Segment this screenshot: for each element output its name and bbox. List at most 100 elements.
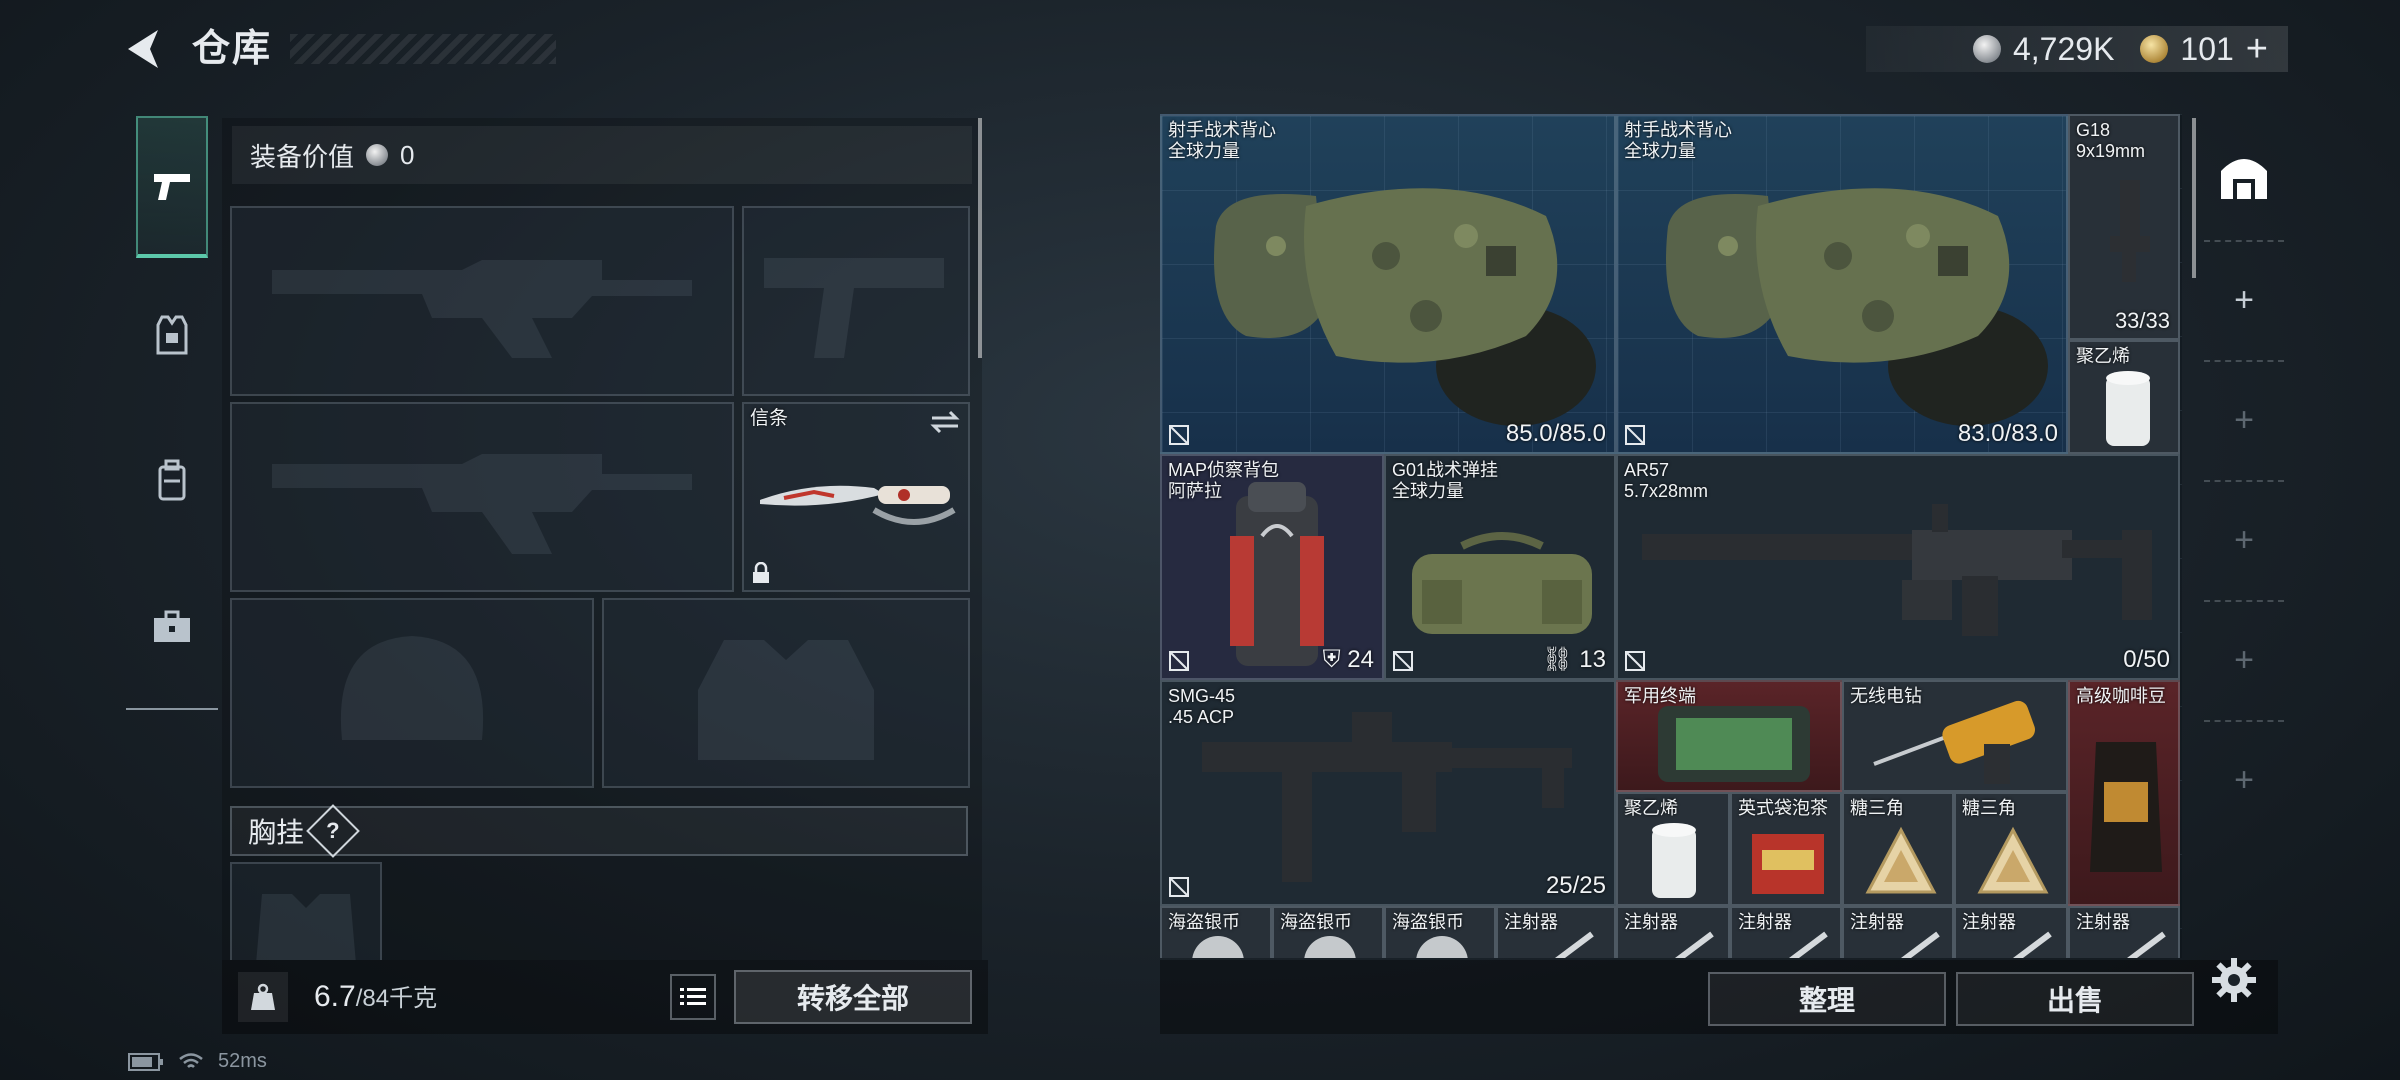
syringe-image (1789, 931, 1828, 958)
armor-slot[interactable] (602, 598, 970, 788)
storage-item-syringe[interactable]: 注射器 (1496, 906, 1616, 958)
item-name: 射手战术背心 全球力量 (1624, 120, 1732, 161)
item-capacity: ⛨ 24 (1322, 646, 1374, 673)
carry-weight: 6.7/84千克 (314, 978, 437, 1014)
terminal-image (1658, 706, 1810, 782)
lock-icon (753, 562, 769, 583)
storage-item-polyethylene[interactable]: 聚乙烯 (1616, 792, 1730, 906)
storage-item-syringe[interactable]: 注射器 (1616, 906, 1730, 958)
chest-rig-slot[interactable] (230, 862, 382, 960)
swap-icon[interactable] (930, 410, 960, 434)
storage-item-g18[interactable]: G18 9x19mm 33/33 (2068, 114, 2180, 340)
storage-tab-main[interactable] (2204, 116, 2284, 236)
storage-item-smg45[interactable]: SMG-45.45 ACP 25/25 (1160, 680, 1616, 906)
primary-weapon-slot[interactable] (230, 206, 734, 396)
storage-item-pirate-coin[interactable]: 海盗银币 (1384, 906, 1496, 958)
storage-item-syringe[interactable]: 注射器 (2068, 906, 2180, 958)
storage-item-sugar-triangle[interactable]: 糖三角 (1954, 792, 2068, 906)
add-currency-button[interactable]: + (2246, 28, 2268, 71)
back-arrow-icon[interactable] (122, 26, 168, 72)
triangle-image (1977, 826, 2049, 894)
add-storage-tab-button[interactable]: + (2204, 720, 2284, 840)
silver-coin-icon (1972, 35, 2001, 63)
storage-item-backpack[interactable]: MAP侦察背包 阿萨拉 ⛨ 24 (1160, 454, 1384, 680)
transfer-all-button[interactable]: 转移全部 (734, 970, 972, 1024)
item-ammo: 0/50 (2123, 646, 2170, 673)
syringe-image (2013, 931, 2052, 958)
storage-item-terminal[interactable]: 军用终端 (1616, 680, 1842, 792)
vest-image (1214, 188, 1596, 426)
toolbox-icon (154, 610, 190, 642)
duffel-image (1412, 532, 1592, 634)
item-name: 高级咖啡豆 (2076, 686, 2166, 706)
rifle-silhouette-icon (272, 260, 692, 358)
storage-item-syringe[interactable]: 注射器 (1954, 906, 2068, 958)
armor-silhouette-icon (698, 640, 874, 760)
storage-item-sugar-triangle[interactable]: 糖三角 (1842, 792, 1954, 906)
storage-item-vest-2[interactable]: 射手战术背心 全球力量 83.0/83.0 (1616, 114, 2068, 454)
pistol-silhouette-icon (764, 258, 944, 358)
gear-icon[interactable] (2210, 956, 2258, 1004)
storage-item-coffee[interactable]: 高级咖啡豆 (2068, 680, 2180, 906)
item-durability: 83.0/83.0 (1957, 420, 2058, 447)
status-bar: 52ms (128, 1050, 267, 1073)
storage-item-vest-1[interactable]: 射手战术背心 全球力量 85.0/85.0 (1160, 114, 1616, 454)
gold-amount: 101 (2180, 30, 2234, 67)
drill-image (1873, 700, 2036, 784)
item-name: 海盗银币 (1168, 912, 1240, 932)
title-decoration (290, 34, 556, 64)
add-storage-tab-button[interactable]: + (2204, 600, 2284, 720)
coffee-bag-image (2090, 742, 2162, 872)
nav-tab-armor[interactable] (136, 264, 208, 406)
spool-image (1652, 823, 1696, 898)
nav-tab-weapons[interactable] (136, 116, 208, 258)
list-view-button[interactable] (670, 974, 716, 1020)
ping: 52ms (218, 1050, 267, 1072)
nav-tab-case[interactable] (136, 556, 208, 698)
helmet-slot[interactable] (230, 598, 594, 788)
backpack-icon (158, 459, 186, 501)
loadout-scrollbar[interactable] (978, 118, 982, 358)
loadout-panel: 装备价值 0 信条 胸挂 ? (222, 118, 982, 960)
carry-weight-max: /84千克 (355, 985, 438, 1012)
chest-rig-header: 胸挂 ? (230, 804, 968, 858)
item-name: 聚乙烯 (2076, 346, 2130, 366)
storage-item-chest-rig[interactable]: G01战术弹挂 全球力量 ⛓ 13 (1384, 454, 1616, 680)
storage-item-polyethylene[interactable]: 聚乙烯 (2068, 340, 2180, 454)
storage-item-drill[interactable]: 无线电钻 (1842, 680, 2068, 792)
storage-item-tea[interactable]: 英式袋泡茶 (1730, 792, 1842, 906)
item-name: 糖三角 (1962, 798, 2016, 818)
syringe-image (1675, 931, 1714, 958)
storage-item-ar57[interactable]: AR57 5.7x28mm 0/50 (1616, 454, 2180, 680)
list-icon (680, 988, 706, 1005)
equipment-value-amount: 0 (400, 139, 415, 170)
no-insure-icon (1169, 651, 1189, 671)
tea-box-image (1752, 834, 1824, 894)
storage-item-pirate-coin[interactable]: 海盗银币 (1160, 906, 1272, 958)
syringe-image (2127, 931, 2166, 958)
item-name: 射手战术背心 全球力量 (1168, 120, 1276, 161)
item-durability: 85.0/85.0 (1505, 420, 1606, 447)
pistol-slot[interactable] (742, 206, 970, 396)
add-storage-tab-button[interactable]: + (2204, 480, 2284, 600)
equipment-value: 装备价值 0 (232, 126, 972, 184)
storage-item-syringe[interactable]: 注射器 (1842, 906, 1954, 958)
sort-button[interactable]: 整理 (1708, 972, 1946, 1026)
pistol-image (2110, 180, 2150, 282)
rifle-image (1642, 504, 2152, 636)
nav-tab-backpack[interactable] (136, 410, 208, 552)
storage-tabs: + + + + + (2196, 116, 2292, 836)
storage-item-syringe[interactable]: 注射器 (1730, 906, 1842, 958)
coin-image (1192, 936, 1244, 958)
chest-rig-silhouette-icon (256, 894, 356, 960)
help-icon[interactable]: ? (306, 804, 360, 858)
sell-button[interactable]: 出售 (1956, 972, 2194, 1026)
add-storage-tab-button[interactable]: + (2204, 360, 2284, 480)
add-storage-tab-button[interactable]: + (2204, 240, 2284, 360)
melee-slot[interactable]: 信条 (742, 402, 970, 592)
item-name: 糖三角 (1850, 798, 1904, 818)
secondary-weapon-slot[interactable] (230, 402, 734, 592)
storage-item-pirate-coin[interactable]: 海盗银币 (1272, 906, 1384, 958)
item-name: 英式袋泡茶 (1738, 798, 1828, 818)
coin-image (1416, 936, 1468, 958)
